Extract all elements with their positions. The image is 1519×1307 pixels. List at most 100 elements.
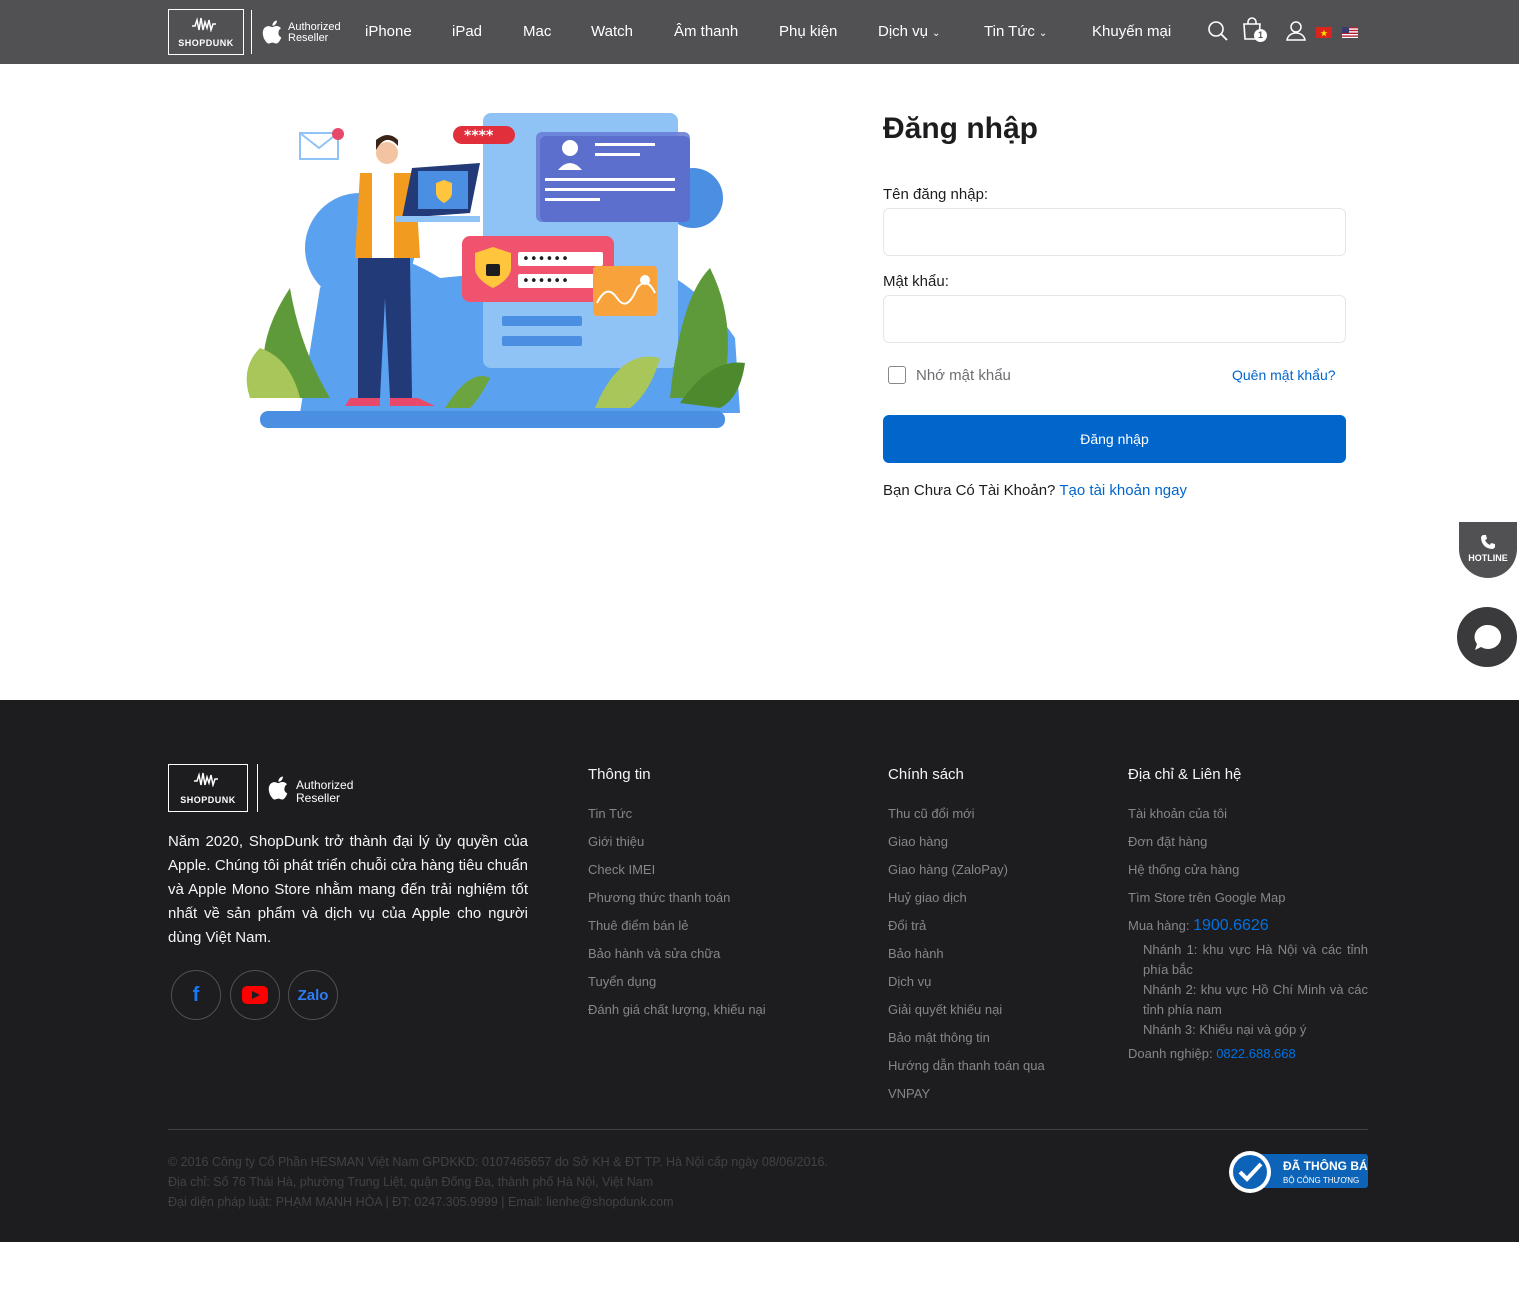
no-account-text: Bạn Chưa Có Tài Khoản? [883,482,1056,499]
footer-link[interactable]: Dịch vụ [888,972,1045,1000]
nav-tin-tuc[interactable]: Tin Tức ⌄ [984,0,1047,64]
nav-am-thanh[interactable]: Âm thanh [674,0,738,64]
copyright-line-1: © 2016 Công ty Cổ Phần HESMAN Việt Nam G… [168,1155,828,1169]
forgot-password-link[interactable]: Quên mật khẩu? [1232,367,1336,383]
footer-link[interactable]: Đổi trả [888,916,1045,944]
shopdunk-logo[interactable]: SHOPDUNK [168,9,244,55]
about-text: Năm 2020, ShopDunk trở thành đại lý ủy q… [168,833,528,946]
footer: SHOPDUNK Authorized Reseller Năm 2020, S… [0,700,1519,1242]
register-link[interactable]: Tạo tài khoản ngay [1059,482,1187,499]
hotline-button[interactable]: HOTLINE [1459,522,1517,578]
business-row: Doanh nghiệp: 0822.688.668 [1128,1044,1368,1064]
password-bubble: **** [464,128,494,144]
business-number[interactable]: 0822.688.668 [1216,1046,1296,1061]
hotline-label: HOTLINE [1468,553,1508,563]
remember-label: Nhớ mật khẩu [916,366,1011,384]
youtube-link[interactable] [230,970,280,1020]
footer-link[interactable]: Thuê điểm bán lẻ [588,916,766,944]
top-navbar: SHOPDUNK Authorized Reseller iPhone iPad… [0,0,1519,64]
copyright-line-2: Địa chỉ: Số 76 Thái Hà, phường Trung Liệ… [168,1175,654,1189]
username-input[interactable] [883,208,1346,256]
facebook-link[interactable]: f [171,970,221,1020]
footer-link[interactable]: Tuyển dụng [588,972,766,1000]
login-button[interactable]: Đăng nhập [883,415,1346,463]
chat-button[interactable] [1457,607,1517,667]
ministry-badge[interactable]: ĐÃ THÔNG BÁO BỘ CÔNG THƯƠNG [1228,1150,1368,1194]
copyright-line-3: Đại diện pháp luật: PHẠM MẠNH HÒA | ĐT: … [168,1195,674,1209]
info-column-title: Thông tin [588,766,651,783]
apple-logo-icon [262,20,282,44]
footer-logo-text: SHOPDUNK [180,795,236,805]
footer-link[interactable]: Giao hàng (ZaloPay) [888,860,1045,888]
hotline-number[interactable]: 1900.6626 [1193,917,1269,934]
nav-iphone[interactable]: iPhone [365,0,412,64]
nav-ipad[interactable]: iPad [452,0,482,64]
contact-links: Tài khoản của tôi Đơn đặt hàng Hệ thống … [1128,804,1286,916]
authorized-reseller-label: Authorized Reseller [288,21,341,44]
footer-divider [168,1129,1368,1130]
hotline-label: Mua hàng: [1128,918,1190,933]
branch-1: Nhánh 1: khu vực Hà Nội và các tỉnh phía… [1143,942,1368,977]
badge-title: ĐÃ THÔNG BÁO [1283,1158,1368,1173]
nav-dich-vu[interactable]: Dịch vụ ⌄ [878,0,940,64]
footer-link[interactable]: Tài khoản của tôi [1128,804,1286,832]
footer-link[interactable]: Bảo mật thông tin [888,1028,1045,1056]
nav-khuyen-mai[interactable]: Khuyến mại [1092,0,1171,64]
cart-button[interactable]: 1 [1241,17,1271,45]
logo-wave-icon [169,16,243,35]
business-label: Doanh nghiệp: [1128,1046,1213,1061]
remember-checkbox[interactable] [888,366,906,384]
footer-link[interactable]: Thu cũ đổi mới [888,804,1045,832]
nav-phu-kien[interactable]: Phụ kiện [779,0,837,64]
chevron-down-icon: ⌄ [1038,28,1048,39]
register-prompt: Bạn Chưa Có Tài Khoản? Tạo tài khoản ngay [883,482,1187,499]
nav-dich-vu-label: Dịch vụ [878,23,929,40]
footer-link[interactable]: Check IMEI [588,860,766,888]
facebook-icon: f [192,983,200,1006]
footer-link[interactable]: Đánh giá chất lượng, khiếu nại [588,1000,766,1028]
flag-us-icon[interactable] [1342,27,1358,38]
footer-link[interactable]: Bảo hành và sửa chữa [588,944,766,972]
footer-link[interactable]: Giới thiệu [588,832,766,860]
apple-logo-icon [268,776,288,800]
footer-link[interactable]: Giải quyết khiếu nại [888,1000,1045,1028]
login-title: Đăng nhập [883,112,1038,145]
footer-link[interactable]: Huỷ giao dịch [888,888,1045,916]
password-dots-1: •••••• [522,252,569,267]
footer-logo-divider [257,764,258,812]
branch-2: Nhánh 2: khu vực Hồ Chí Minh và các tỉnh… [1143,982,1368,1017]
footer-link[interactable]: Bảo hành [888,944,1045,972]
remember-me[interactable]: Nhớ mật khẩu [888,366,1011,384]
nav-watch[interactable]: Watch [591,0,633,64]
policy-links: Thu cũ đổi mới Giao hàng Giao hàng (Zalo… [888,804,1045,1112]
zalo-icon: Zalo [297,986,329,1004]
zalo-link[interactable]: Zalo [288,970,338,1020]
cart-count-badge: 1 [1254,29,1267,42]
user-icon[interactable] [1285,20,1307,42]
nav-tin-tuc-label: Tin Tức [984,23,1035,40]
footer-link[interactable]: Hệ thống cửa hàng [1128,860,1286,888]
footer-link[interactable]: Đơn đặt hàng [1128,832,1286,860]
password-input[interactable] [883,295,1346,343]
footer-link[interactable]: Giao hàng [888,832,1045,860]
footer-link[interactable]: Tìm Store trên Google Map [1128,888,1286,916]
login-illustration: •••••• •••••• **** [246,113,745,428]
hotline-row: Mua hàng: 1900.6626 [1128,916,1368,936]
footer-link[interactable]: Hướng dẫn thanh toán qua [888,1056,1045,1084]
badge-subtitle: BỘ CÔNG THƯƠNG [1283,1176,1359,1185]
footer-link[interactable]: Tin Tức [588,804,766,832]
password-dots-2: •••••• [522,274,569,289]
logo-text: SHOPDUNK [178,38,234,48]
flag-vn-icon[interactable] [1316,27,1332,38]
info-links: Tin Tức Giới thiệu Check IMEI Phương thứ… [588,804,766,1028]
footer-link[interactable]: Phương thức thanh toán [588,888,766,916]
branch-3: Nhánh 3: Khiếu nại và góp ý [1143,1022,1307,1037]
footer-shopdunk-logo[interactable]: SHOPDUNK [168,764,248,812]
copyright: © 2016 Công ty Cổ Phần HESMAN Việt Nam G… [168,1152,828,1212]
nav-mac[interactable]: Mac [523,0,551,64]
footer-authorized-reseller: Authorized Reseller [296,778,354,805]
footer-link[interactable]: VNPAY [888,1084,1045,1112]
username-label: Tên đăng nhập: [883,186,989,203]
search-icon[interactable] [1207,20,1229,42]
phone-icon [1481,535,1495,549]
